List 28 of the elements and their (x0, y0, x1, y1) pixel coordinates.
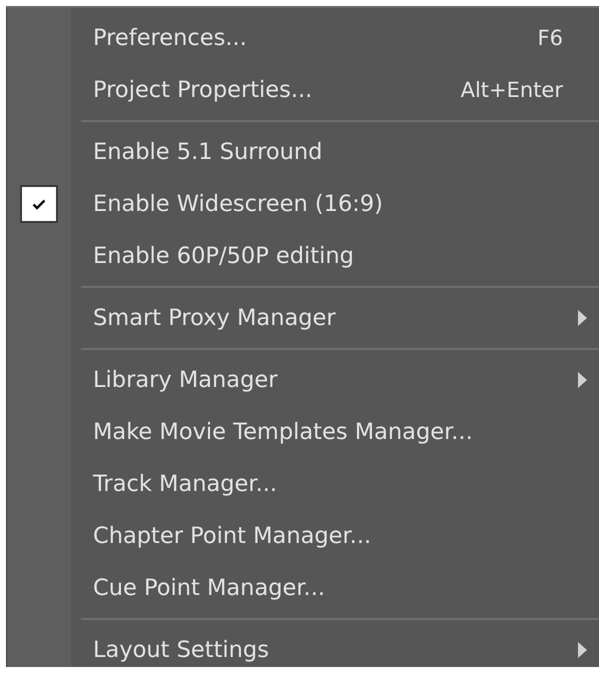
menu-item-label: Smart Proxy Manager (93, 305, 336, 331)
shortcut-text: F6 (538, 26, 563, 50)
checkbox[interactable] (20, 185, 58, 223)
menu-item-label: Enable Widescreen (16:9) (93, 191, 383, 217)
menu-item-label: Track Manager... (93, 471, 278, 497)
menu-item[interactable]: Enable 60P/50P editing (7, 230, 599, 282)
menu-item-label: Layout Settings (93, 637, 269, 663)
menu-item-label: Enable 5.1 Surround (93, 139, 322, 165)
menu-item[interactable]: Project Properties... Alt+Enter (7, 64, 599, 116)
menu-item[interactable]: Enable 5.1 Surround (7, 126, 599, 178)
menu-item[interactable]: Track Manager... (7, 458, 599, 510)
menu-item[interactable]: Layout Settings (7, 624, 599, 667)
menu-item[interactable]: Cue Point Manager... (7, 562, 599, 614)
menu-item-label: Cue Point Manager... (93, 575, 325, 601)
checkmark-icon (32, 198, 46, 210)
menu-item-label: Chapter Point Manager... (93, 523, 372, 549)
menu-item[interactable]: Smart Proxy Manager (7, 292, 599, 344)
menu-item-label: Library Manager (93, 367, 278, 393)
menu-item[interactable]: Library Manager (7, 354, 599, 406)
menu-item[interactable]: Enable Widescreen (16:9) (7, 178, 599, 230)
menu-item-label: Preferences... (93, 25, 247, 51)
menu-item-label: Make Movie Templates Manager... (93, 419, 473, 445)
menu-item[interactable]: Make Movie Templates Manager... (7, 406, 599, 458)
menu-item[interactable]: Chapter Point Manager... (7, 510, 599, 562)
shortcut-text: Alt+Enter (460, 78, 563, 102)
menu-item[interactable]: Preferences... F6 (7, 12, 599, 64)
menu-item-label: Project Properties... (93, 77, 312, 103)
menu-item-label: Enable 60P/50P editing (93, 243, 354, 269)
